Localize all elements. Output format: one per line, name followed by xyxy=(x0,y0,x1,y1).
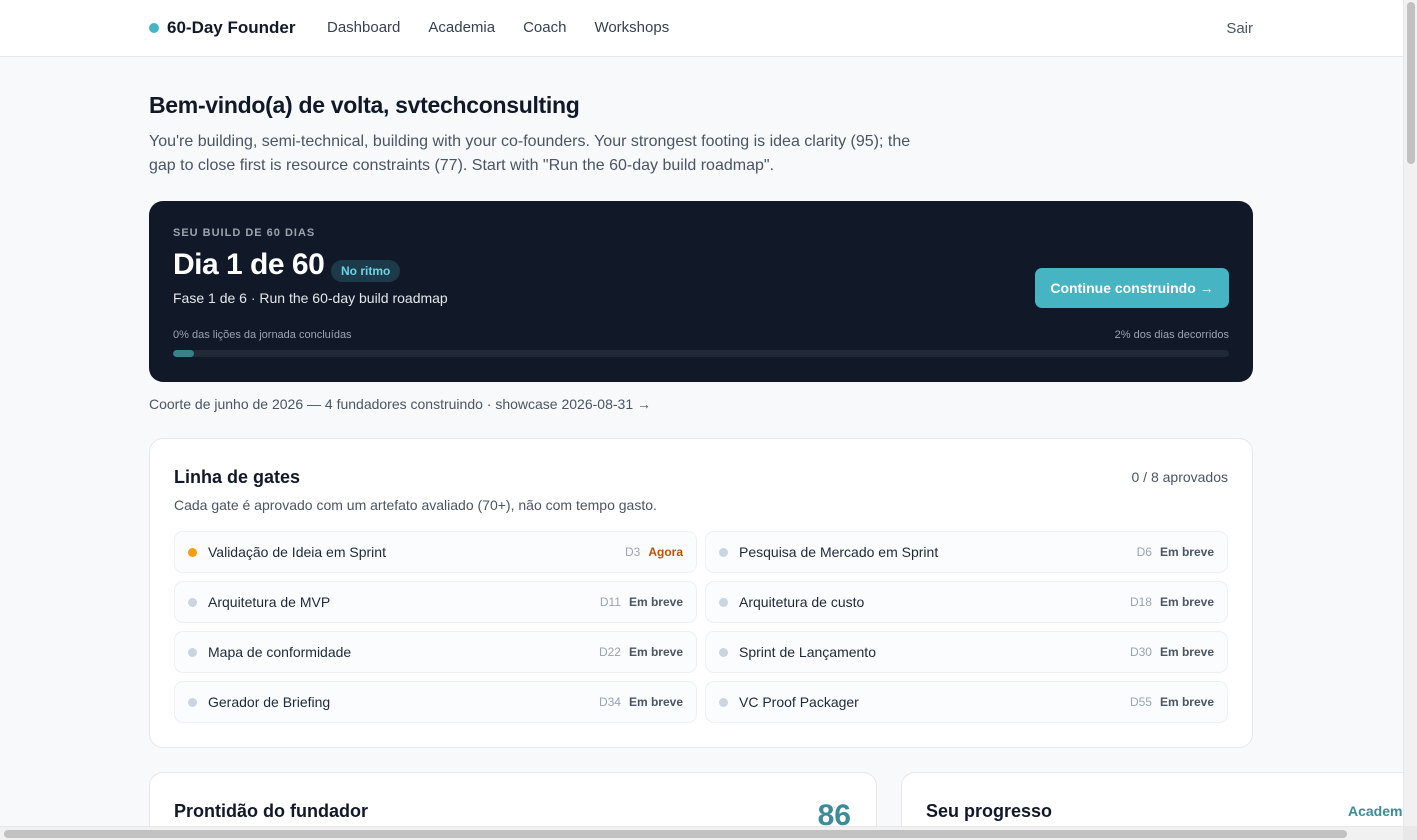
gate-status-dot-icon xyxy=(719,597,728,607)
nav-link-dashboard[interactable]: Dashboard xyxy=(327,19,400,36)
nav-link-coach[interactable]: Coach xyxy=(523,19,566,36)
gate-day: D18 xyxy=(1129,595,1152,609)
gate-name: Arquitetura de custo xyxy=(739,594,865,610)
top-nav: 60-Day Founder Dashboard Academia Coach … xyxy=(0,0,1403,57)
gate-day: D11 xyxy=(599,595,621,609)
gate-status-dot-icon xyxy=(719,647,728,657)
gates-subtitle: Cada gate é aprovado com um artefato ava… xyxy=(174,497,657,513)
gate-name: Validação de Ideia em Sprint xyxy=(208,544,386,560)
gate-status: Em breve xyxy=(1159,695,1214,709)
gates-count: 0 / 8 aprovados xyxy=(1131,469,1228,485)
gate-status: Agora xyxy=(648,545,683,559)
gate-status-dot-icon xyxy=(188,697,197,707)
gate-day: D3 xyxy=(624,545,641,559)
gate-name: Sprint de Lançamento xyxy=(739,644,876,660)
brand[interactable]: 60-Day Founder xyxy=(149,18,295,38)
welcome-summary: You're building, semi-technical, buildin… xyxy=(149,133,911,174)
build-phase: Fase 1 de 6 · Run the 60-day build roadm… xyxy=(173,290,448,306)
gate-name: VC Proof Packager xyxy=(739,694,859,710)
gate-status-dot-icon xyxy=(188,597,197,607)
gate-name: Mapa de conformidade xyxy=(208,644,352,660)
status-badge: No ritmo xyxy=(331,260,401,282)
gate-status-dot-icon xyxy=(719,547,728,557)
gates-list: Validação de Ideia em Sprint D3 Agora Pe… xyxy=(174,531,1228,723)
vertical-scrollbar-thumb[interactable] xyxy=(1407,2,1415,164)
nav-link-workshops[interactable]: Workshops xyxy=(594,19,669,36)
build-card: SEU BUILD DE 60 DIAS Dia 1 de 60 No ritm… xyxy=(149,201,1253,382)
build-eyebrow: SEU BUILD DE 60 DIAS xyxy=(173,227,316,239)
vertical-scrollbar[interactable] xyxy=(1403,0,1417,826)
gate-item[interactable]: Gerador de Briefing D34 Em breve xyxy=(174,681,697,723)
gate-item[interactable]: Arquitetura de custo D18 Em breve xyxy=(705,581,1228,623)
gate-name: Arquitetura de MVP xyxy=(208,594,331,610)
gate-day: D55 xyxy=(1129,695,1152,709)
gate-status: Em breve xyxy=(1159,645,1214,659)
readiness-title: Prontidão do fundador xyxy=(174,801,368,821)
gate-status-dot-icon xyxy=(188,647,197,657)
page-title: Bem-vindo(a) de volta, svtechconsulting xyxy=(149,92,580,118)
days-progress-label: 2% dos dias decorridos xyxy=(1114,329,1229,341)
continue-building-button[interactable]: Continue construindo → xyxy=(1035,268,1229,308)
gates-title: Linha de gates xyxy=(174,467,301,487)
scrollbar-corner xyxy=(1403,826,1417,840)
gate-status: Em breve xyxy=(628,645,683,659)
build-day: Dia 1 de 60 xyxy=(173,248,325,281)
gate-name: Gerador de Briefing xyxy=(208,694,331,710)
gate-item[interactable]: Sprint de Lançamento D30 Em breve xyxy=(705,631,1228,673)
gate-item[interactable]: Arquitetura de MVP D11 Em breve xyxy=(174,581,697,623)
gate-item[interactable]: Validação de Ideia em Sprint D3 Agora xyxy=(174,531,697,573)
gate-item[interactable]: Pesquisa de Mercado em Sprint D6 Em brev… xyxy=(705,531,1228,573)
brand-name: 60-Day Founder xyxy=(167,18,296,37)
gate-status: Em breve xyxy=(1159,545,1214,559)
gate-status: Em breve xyxy=(1159,595,1214,609)
gate-status: Em breve xyxy=(628,595,683,609)
gate-day: D6 xyxy=(1136,545,1152,559)
gate-status: Em breve xyxy=(628,695,683,709)
main-nav: Dashboard Academia Coach Workshops xyxy=(327,19,669,36)
horizontal-scrollbar-thumb[interactable] xyxy=(4,830,1347,838)
gate-status-dot-icon xyxy=(188,547,197,557)
gate-name: Pesquisa de Mercado em Sprint xyxy=(739,544,939,560)
lessons-progress-label: 0% das lições da jornada concluídas xyxy=(173,329,352,341)
cohort-link[interactable]: Coorte de junho de 2026 — 4 fundadores c… xyxy=(149,396,651,412)
nav-link-academia[interactable]: Academia xyxy=(428,19,495,36)
brand-dot-icon xyxy=(149,23,159,33)
logout-link[interactable]: Sair xyxy=(1226,20,1253,37)
progress-title: Seu progresso xyxy=(926,801,1053,821)
gates-card: Linha de gates 0 / 8 aprovados Cada gate… xyxy=(149,438,1253,748)
build-progress-fill xyxy=(173,350,195,357)
build-progress-bar xyxy=(173,350,1229,357)
gate-day: D30 xyxy=(1129,645,1152,659)
gate-day: D34 xyxy=(598,695,621,709)
horizontal-scrollbar[interactable] xyxy=(0,826,1403,840)
gate-status-dot-icon xyxy=(719,697,728,707)
gate-item[interactable]: Mapa de conformidade D22 Em breve xyxy=(174,631,697,673)
gate-item[interactable]: VC Proof Packager D55 Em breve xyxy=(705,681,1228,723)
gate-day: D22 xyxy=(598,645,621,659)
